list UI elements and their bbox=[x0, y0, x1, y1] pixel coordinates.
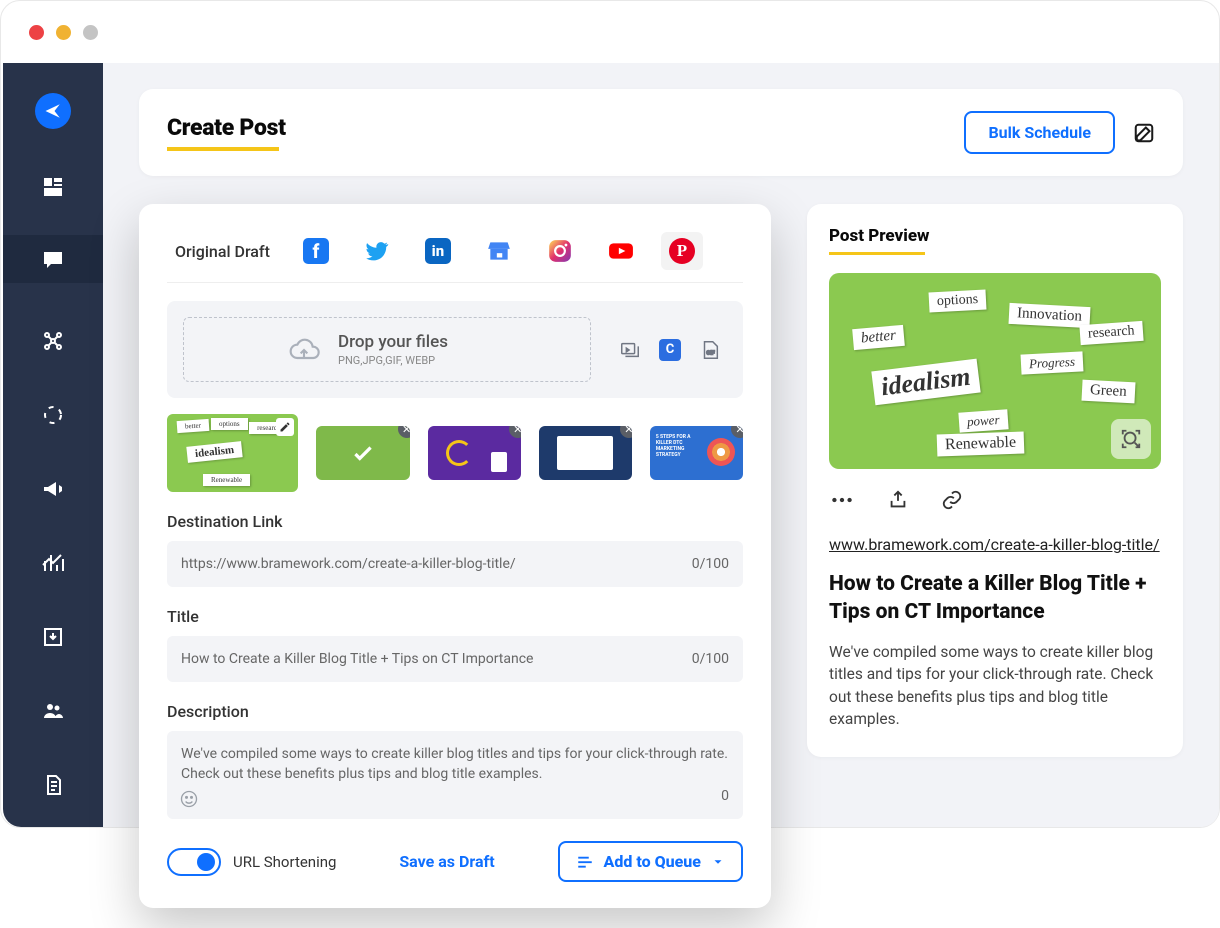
facebook-tab[interactable]: f bbox=[295, 232, 337, 270]
url-shortening-label: URL Shortening bbox=[233, 853, 336, 871]
instagram-icon bbox=[547, 238, 573, 264]
edit-thumbnail-icon[interactable] bbox=[276, 418, 294, 436]
instagram-tab[interactable] bbox=[539, 232, 581, 270]
window-controls bbox=[29, 25, 98, 40]
add-to-queue-button[interactable]: Add to Queue bbox=[558, 841, 743, 882]
description-input[interactable]: We've compiled some ways to create kille… bbox=[167, 731, 743, 819]
twitter-tab[interactable] bbox=[356, 232, 398, 270]
svg-text:GIF: GIF bbox=[706, 350, 714, 356]
thumbnail-4[interactable]: ✕ bbox=[539, 426, 632, 480]
url-shortening-toggle[interactable] bbox=[167, 848, 221, 876]
download-nav-icon[interactable] bbox=[37, 621, 69, 653]
dropzone-subtitle: PNG,JPG,GIF, WEBP bbox=[338, 354, 448, 367]
canva-icon[interactable]: C bbox=[659, 339, 681, 361]
chevron-down-icon bbox=[711, 855, 725, 869]
preview-description: We've compiled some ways to create kille… bbox=[829, 641, 1161, 731]
upload-area: Drop your files PNG,JPG,GIF, WEBP C GIF bbox=[167, 301, 743, 398]
megaphone-nav-icon[interactable] bbox=[37, 473, 69, 505]
app-window: Create Post Bulk Schedule Original Draft… bbox=[0, 0, 1220, 828]
header-card: Create Post Bulk Schedule bbox=[139, 89, 1183, 176]
gif-icon[interactable]: GIF bbox=[699, 339, 721, 361]
thumbnail-1[interactable]: better options research idealism Renewab… bbox=[167, 414, 298, 492]
more-icon[interactable] bbox=[829, 487, 855, 517]
target-nav-icon[interactable] bbox=[37, 399, 69, 431]
twitter-icon bbox=[364, 238, 390, 264]
facebook-icon: f bbox=[303, 238, 329, 264]
close-window-button[interactable] bbox=[29, 25, 44, 40]
preview-url[interactable]: www.bramework.com/create-a-killer-blog-t… bbox=[829, 535, 1161, 554]
zoom-icon[interactable] bbox=[1111, 419, 1151, 459]
pinterest-tab[interactable]: P bbox=[661, 232, 703, 270]
preview-title-text: How to Create a Killer Blog Title + Tips… bbox=[829, 570, 1161, 627]
pinterest-icon: P bbox=[669, 238, 695, 264]
minimize-window-button[interactable] bbox=[56, 25, 71, 40]
destination-link-input[interactable] bbox=[167, 541, 743, 587]
title-label: Title bbox=[167, 607, 743, 626]
edit-icon[interactable] bbox=[1133, 122, 1155, 144]
youtube-icon bbox=[608, 238, 634, 264]
cloud-upload-icon bbox=[284, 334, 324, 366]
document-nav-icon[interactable] bbox=[37, 769, 69, 801]
sidebar bbox=[3, 63, 103, 827]
title-counter: 0/100 bbox=[692, 651, 729, 667]
preview-actions bbox=[829, 487, 1161, 517]
maximize-window-button[interactable] bbox=[83, 25, 98, 40]
compose-card: Original Draft f in P Drop your files PN… bbox=[139, 204, 771, 908]
team-nav-icon[interactable] bbox=[37, 695, 69, 727]
remove-thumbnail-icon[interactable]: ✕ bbox=[509, 426, 521, 438]
platform-tabs: Original Draft f in P bbox=[167, 232, 743, 283]
remove-thumbnail-icon[interactable]: ✕ bbox=[620, 426, 632, 438]
emoji-picker-icon[interactable] bbox=[179, 789, 199, 809]
original-draft-tab[interactable]: Original Draft bbox=[175, 242, 270, 261]
preview-image: options Innovation research better ideal… bbox=[829, 273, 1161, 469]
dashboard-nav-icon[interactable] bbox=[37, 171, 69, 203]
main-content: Create Post Bulk Schedule Original Draft… bbox=[103, 63, 1219, 827]
thumbnail-2[interactable]: ✕ bbox=[316, 426, 409, 480]
description-counter: 0 bbox=[721, 787, 729, 807]
destination-link-label: Destination Link bbox=[167, 512, 743, 531]
linkedin-icon: in bbox=[425, 238, 451, 264]
page-title: Create Post bbox=[167, 114, 286, 141]
app-logo-icon[interactable] bbox=[35, 93, 71, 129]
queue-icon bbox=[576, 853, 594, 871]
link-icon[interactable] bbox=[941, 489, 963, 515]
preview-card: Post Preview options Innovation research… bbox=[807, 204, 1183, 757]
compose-footer: URL Shortening Save as Draft Add to Queu… bbox=[167, 841, 743, 882]
preview-heading: Post Preview bbox=[829, 226, 1161, 246]
share-icon[interactable] bbox=[887, 489, 909, 515]
linkedin-tab[interactable]: in bbox=[417, 232, 459, 270]
google-business-tab[interactable] bbox=[478, 232, 520, 270]
dropzone-title: Drop your files bbox=[338, 332, 448, 352]
thumbnail-5[interactable]: 5 STEPS FOR A KILLER DTC MARKETING STRAT… bbox=[650, 426, 743, 480]
media-thumbnails: better options research idealism Renewab… bbox=[167, 414, 743, 492]
compose-nav-icon[interactable] bbox=[3, 235, 103, 283]
network-nav-icon[interactable] bbox=[37, 325, 69, 357]
analytics-nav-icon[interactable] bbox=[37, 547, 69, 579]
description-label: Description bbox=[167, 702, 743, 721]
google-business-icon bbox=[486, 238, 512, 264]
thumbnail-3[interactable]: ✕ bbox=[428, 426, 521, 480]
title-underline bbox=[167, 147, 279, 151]
save-as-draft-button[interactable]: Save as Draft bbox=[399, 852, 494, 871]
preview-underline bbox=[829, 252, 925, 255]
title-input[interactable] bbox=[167, 636, 743, 682]
bulk-schedule-button[interactable]: Bulk Schedule bbox=[964, 111, 1115, 154]
file-dropzone[interactable]: Drop your files PNG,JPG,GIF, WEBP bbox=[183, 317, 591, 382]
youtube-tab[interactable] bbox=[600, 232, 642, 270]
destination-link-counter: 0/100 bbox=[692, 556, 729, 572]
remove-thumbnail-icon[interactable]: ✕ bbox=[731, 426, 743, 438]
media-library-icon[interactable] bbox=[619, 339, 641, 361]
